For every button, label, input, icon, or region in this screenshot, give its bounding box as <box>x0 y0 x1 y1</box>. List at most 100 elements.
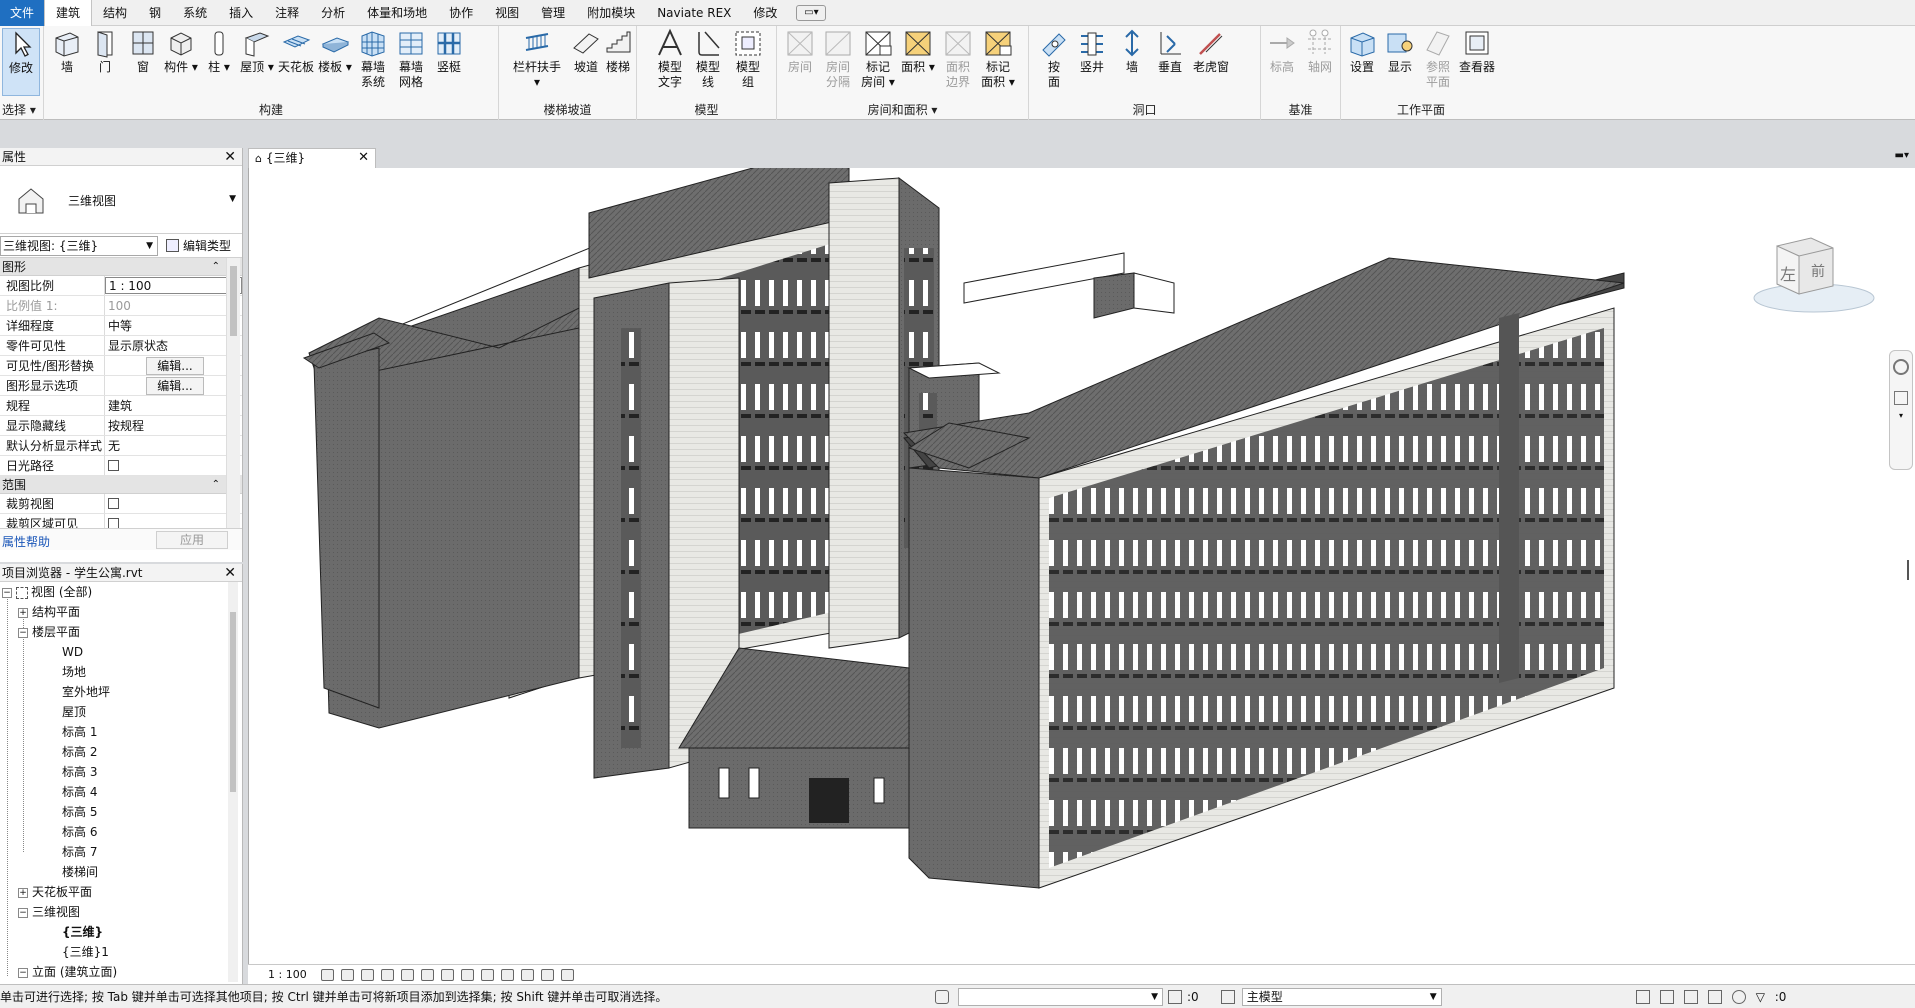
section-extents[interactable]: 范围 ⌃ <box>0 476 242 494</box>
area-button[interactable]: 面积 ▾ <box>899 28 937 75</box>
worksharing-icon[interactable] <box>935 989 949 1004</box>
tab-file[interactable]: 文件 <box>0 0 45 26</box>
view-instance-select[interactable]: 三维视图: {三维} ▼ <box>0 235 158 256</box>
discipline-select[interactable]: 建筑 <box>105 396 242 415</box>
graphic-display-edit-button[interactable]: 编辑... <box>146 376 204 395</box>
detail-level-select[interactable]: 中等 <box>105 316 242 335</box>
tree-node-structural-plans[interactable]: + 结构平面 <box>18 602 80 622</box>
select-links-icon[interactable] <box>1612 990 1626 1004</box>
mullion-button[interactable]: 竖梃 <box>430 28 468 75</box>
tree-item[interactable]: 标高 6 <box>62 822 97 842</box>
room-separator-button[interactable]: 房间 分隔 <box>819 28 857 90</box>
wall-opening-button[interactable]: 墙 <box>1113 28 1151 75</box>
roof-button[interactable]: 屋顶 ▾ <box>238 28 276 75</box>
sun-path-icon[interactable] <box>360 968 374 981</box>
group-room-area-label[interactable]: 房间和面积 ▾ <box>777 101 1028 118</box>
tree-node-floor-plans[interactable]: − 楼层平面 <box>18 622 80 642</box>
analytical-model-icon[interactable] <box>520 968 534 981</box>
tab-systems[interactable]: 系统 <box>172 0 218 26</box>
select-pinned-icon[interactable] <box>1659 989 1674 1004</box>
tab-steel[interactable]: 钢 <box>138 0 172 26</box>
ceiling-button[interactable]: 天花板 <box>276 28 316 75</box>
door-button[interactable]: 门 <box>86 28 124 75</box>
sun-path-checkbox[interactable] <box>108 460 119 471</box>
select-by-face-icon[interactable] <box>1683 989 1698 1004</box>
select-underlay-icon[interactable] <box>1635 989 1650 1004</box>
tree-item[interactable]: WD <box>62 642 83 662</box>
area-boundary-button[interactable]: 面积 边界 <box>939 28 977 90</box>
set-workplane-button[interactable]: 设置 <box>1343 28 1381 75</box>
component-button[interactable]: 构件 ▾ <box>162 28 200 75</box>
tab-insert[interactable]: 插入 <box>218 0 264 26</box>
close-icon[interactable]: ✕ <box>224 564 236 582</box>
crop-visible-checkbox[interactable] <box>108 518 119 528</box>
view-scale-control[interactable]: 1 : 100 <box>268 968 307 981</box>
collapse-icon[interactable]: − <box>18 967 28 978</box>
tab-annotate[interactable]: 注释 <box>264 0 310 26</box>
crop-view-checkbox[interactable] <box>108 498 119 509</box>
tag-room-button[interactable]: 标记 房间 ▾ <box>859 28 897 90</box>
steering-wheel-icon[interactable] <box>1893 359 1909 375</box>
show-workplane-button[interactable]: 显示 <box>1381 28 1419 75</box>
model-text-button[interactable]: 模型 文字 <box>651 28 689 90</box>
section-graphics[interactable]: 图形 ⌃ <box>0 258 242 276</box>
chevron-down-icon[interactable]: ▾ <box>1890 411 1912 420</box>
tree-item[interactable]: 标高 2 <box>62 742 97 762</box>
tab-analyze[interactable]: 分析 <box>310 0 356 26</box>
tree-item[interactable]: 标高 4 <box>62 782 97 802</box>
view-cube-front-face[interactable]: 前 <box>1811 261 1825 281</box>
crop-view-icon[interactable] <box>420 968 434 981</box>
tab-modify[interactable]: 修改 <box>742 0 788 26</box>
ref-plane-button[interactable]: 参照 平面 <box>1419 28 1457 90</box>
tree-node-ceiling-plans[interactable]: + 天花板平面 <box>18 882 92 902</box>
curtain-system-button[interactable]: 幕墙 系统 <box>354 28 392 90</box>
ribbon-minimize-toggle[interactable]: ▭▾ <box>796 4 827 21</box>
collapse-icon[interactable]: − <box>18 907 28 918</box>
tab-view[interactable]: 视图 <box>484 0 530 26</box>
tree-item[interactable]: 室外地坪 <box>62 682 110 702</box>
modify-button[interactable]: 修改 <box>2 28 40 96</box>
grid-button[interactable]: 轴网 <box>1301 28 1339 75</box>
window-button[interactable]: 窗 <box>124 28 162 75</box>
tree-item-active-view[interactable]: {三维} <box>62 922 103 942</box>
view-cube[interactable]: 左 前 <box>1749 228 1879 328</box>
tag-area-button[interactable]: 标记 面积 ▾ <box>979 28 1017 90</box>
by-face-button[interactable]: 按面 <box>1035 28 1073 90</box>
tab-menu-icon[interactable]: ▬▾ <box>1895 150 1909 161</box>
zoom-icon[interactable] <box>1894 391 1908 405</box>
tree-item[interactable]: 标高 5 <box>62 802 97 822</box>
workset-select[interactable]: ▼ <box>958 987 1163 1006</box>
tree-item[interactable]: 屋顶 <box>62 702 86 722</box>
model-group-button[interactable]: 模型组 <box>729 28 767 90</box>
3d-view-canvas[interactable]: 左 前 ▾ <box>248 168 1915 964</box>
tab-manage[interactable]: 管理 <box>530 0 576 26</box>
vg-edit-button[interactable]: 编辑... <box>146 356 204 375</box>
close-icon[interactable]: ✕ <box>224 148 236 166</box>
column-button[interactable]: 柱 ▾ <box>200 28 238 75</box>
collapse-icon[interactable]: − <box>2 587 12 598</box>
tree-item[interactable]: 标高 3 <box>62 762 97 782</box>
scroll-thumb[interactable] <box>230 266 237 336</box>
viewer-button[interactable]: 查看器 <box>1455 28 1499 75</box>
detail-level-icon[interactable] <box>320 968 334 981</box>
lock-view-icon[interactable] <box>460 968 474 981</box>
splitter-handle[interactable] <box>1907 560 1911 580</box>
temp-hide-icon[interactable] <box>480 968 494 981</box>
editing-requests-icon[interactable] <box>1220 989 1235 1004</box>
design-option-select[interactable]: 主模型 ▼ <box>1241 987 1442 1006</box>
view-scale-input[interactable]: 1 : 100 <box>105 277 242 294</box>
tab-architecture[interactable]: 建筑 <box>44 0 93 26</box>
close-icon[interactable]: ✕ <box>358 149 369 167</box>
tree-item[interactable]: {三维}1 <box>62 942 109 962</box>
reveal-hidden-icon[interactable] <box>500 968 514 981</box>
show-crop-icon[interactable] <box>440 968 454 981</box>
visual-style-icon[interactable] <box>340 968 354 981</box>
view-tab-3d[interactable]: ⌂ {三维} ✕ <box>248 148 376 168</box>
tab-massing-site[interactable]: 体量和场地 <box>356 0 438 26</box>
drag-on-selection-icon[interactable] <box>1707 989 1722 1004</box>
tree-item[interactable]: 楼梯间 <box>62 862 98 882</box>
wall-button[interactable]: 墙 <box>48 28 86 75</box>
group-select-label[interactable]: 选择 ▾ <box>0 101 43 118</box>
dormer-button[interactable]: 老虎窗 <box>1189 28 1233 75</box>
floor-button[interactable]: 楼板 ▾ <box>316 28 354 75</box>
